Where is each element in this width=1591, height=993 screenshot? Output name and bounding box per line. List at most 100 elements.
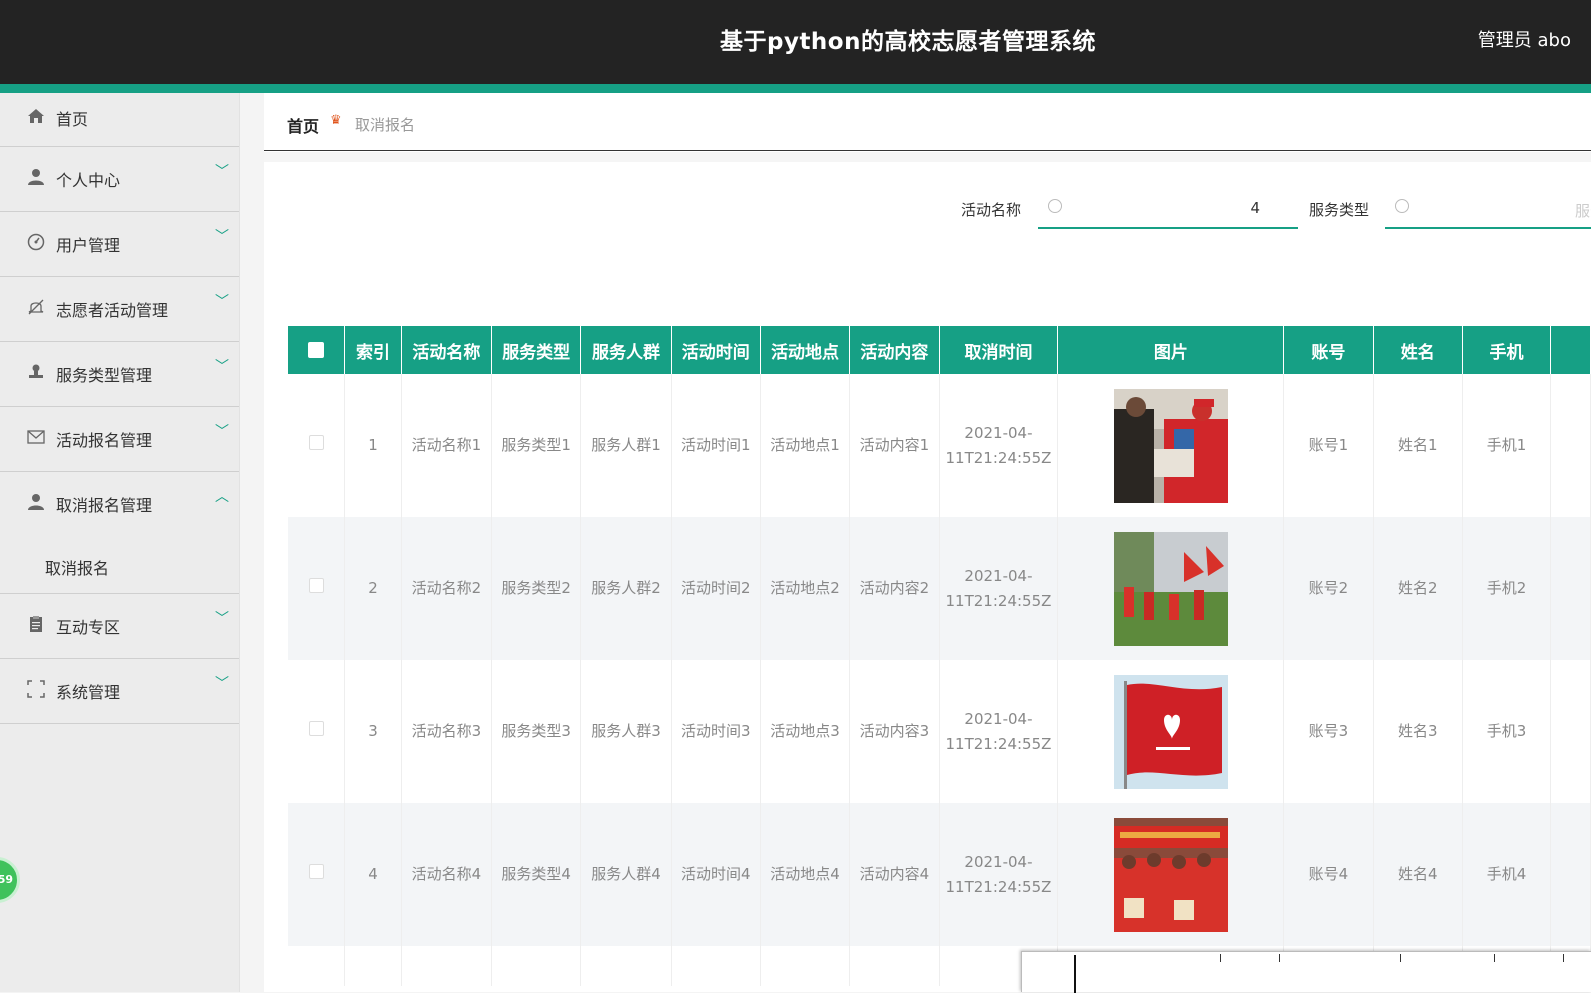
- accent-strip: [0, 84, 1591, 93]
- cell-activity-content: 活动内容4: [849, 803, 940, 946]
- cell-activity-name: 活动名称1: [401, 374, 493, 517]
- sidebar-item-personal-center[interactable]: 个人中心 ﹀: [0, 147, 239, 212]
- breadcrumb-current: 取消报名: [355, 116, 416, 134]
- sidebar-item-label: 系统管理: [56, 683, 121, 702]
- table-header-row: 索引 活动名称 服务类型 服务人群 活动时间 活动地点 活动内容 取消时间 图片…: [288, 326, 1591, 374]
- service-type-label: 服务类型: [1309, 201, 1370, 219]
- sidebar-item-volunteer-activity[interactable]: 志愿者活动管理 ﹀: [0, 277, 239, 342]
- column-header[interactable]: 服务人群: [580, 326, 672, 374]
- activity-name-input[interactable]: 4: [1038, 189, 1298, 229]
- row-checkbox[interactable]: [288, 517, 346, 660]
- cell-truncated: [1550, 803, 1591, 946]
- sidebar-item-system-management[interactable]: 系统管理 ﹀: [0, 659, 239, 724]
- activity-photo[interactable]: [1113, 388, 1228, 503]
- column-header[interactable]: 服务类型: [491, 326, 582, 374]
- cell-activity-time: 活动时间2: [671, 517, 761, 660]
- cell-phone: 手机3: [1462, 660, 1552, 803]
- cell-phone: 手机1: [1462, 374, 1552, 517]
- sidebar-item-cancel-management[interactable]: 取消报名管理 ︿: [0, 472, 239, 537]
- cell-name: 姓名2: [1373, 517, 1463, 660]
- activity-photo[interactable]: [1113, 674, 1228, 789]
- sidebar-item-label: 志愿者活动管理: [56, 301, 169, 320]
- ruler-tick: [1400, 954, 1401, 962]
- sidebar-item-signup-management[interactable]: 活动报名管理 ﹀: [0, 407, 239, 472]
- sidebar-item-label: 用户管理: [56, 236, 121, 255]
- cell-service-type: 服务类型2: [491, 517, 582, 660]
- ruler-tick: [1220, 954, 1221, 962]
- section-gap: [264, 152, 1591, 162]
- activity-photo[interactable]: [1113, 817, 1228, 932]
- sidebar-item-home[interactable]: 首页: [0, 93, 239, 147]
- column-header[interactable]: 取消时间: [939, 326, 1059, 374]
- column-header[interactable]: 活动时间: [671, 326, 761, 374]
- cell-phone: 手机4: [1462, 803, 1552, 946]
- sidebar-item-interaction[interactable]: 互动专区 ﹀: [0, 594, 239, 659]
- cell-activity-place: 活动地点2: [760, 517, 851, 660]
- cell-activity-time: 活动时间1: [671, 374, 761, 517]
- sidebar-item-label: 取消报名管理: [56, 496, 153, 515]
- sidebar: 首页 个人中心 ﹀ 用户管理 ﹀ 志愿者活动管理 ﹀ 服务类型管理 ﹀ 活动报名…: [0, 93, 240, 992]
- cell-activity-content: 活动内容2: [849, 517, 940, 660]
- breadcrumb-home[interactable]: 首页: [287, 113, 319, 137]
- cell-index: 1: [344, 374, 402, 517]
- row-checkbox[interactable]: [288, 660, 346, 803]
- overlay-panel: [1021, 951, 1591, 993]
- column-header[interactable]: 活动地点: [760, 326, 851, 374]
- column-header[interactable]: 索引: [344, 326, 402, 374]
- cell-account: 账号4: [1283, 803, 1374, 946]
- cell-index: 3: [344, 660, 402, 803]
- chevron-down-icon: ﹀: [215, 164, 229, 180]
- column-header[interactable]: 姓名: [1373, 326, 1463, 374]
- column-header[interactable]: 账号: [1283, 326, 1374, 374]
- main-content: 首页 ♛ 取消报名 活动名称 4 服务类型 服务 索引 活动名称 服务类型 服务…: [264, 93, 1591, 992]
- cell-account: 账号2: [1283, 517, 1374, 660]
- crown-icon: ♛: [330, 113, 342, 128]
- column-header[interactable]: 活动内容: [849, 326, 940, 374]
- column-header[interactable]: 图片: [1057, 326, 1285, 374]
- cell-name: 姓名1: [1373, 374, 1463, 517]
- column-header-truncated: [1550, 326, 1591, 374]
- table-row: 4 活动名称4 服务类型4 服务人群4 活动时间4 活动地点4 活动内容4 20…: [288, 803, 1591, 946]
- row-checkbox[interactable]: [288, 374, 346, 517]
- cell-index: 4: [344, 803, 402, 946]
- chevron-down-icon: ﹀: [215, 294, 229, 310]
- cell-cancel-time: 2021-04-11T21:24:55Z: [939, 517, 1059, 660]
- cell-index: 2: [344, 517, 402, 660]
- search-icon: [1395, 199, 1409, 213]
- sidebar-item-label: 首页: [56, 110, 89, 129]
- cell-service-crowd: 服务人群1: [580, 374, 672, 517]
- person-icon: [27, 168, 45, 186]
- cell-image: [1057, 803, 1285, 946]
- sidebar-item-label: 活动报名管理: [56, 431, 153, 450]
- chevron-up-icon: ︿: [215, 489, 229, 505]
- service-type-input[interactable]: 服务: [1385, 189, 1591, 229]
- sidebar-subitem-cancel-signup[interactable]: 取消报名: [0, 537, 239, 594]
- cell-truncated: [1550, 660, 1591, 803]
- cell-activity-name: 活动名称2: [401, 517, 493, 660]
- column-header[interactable]: 活动名称: [401, 326, 493, 374]
- app-title: 基于python的高校志愿者管理系统: [719, 29, 1096, 55]
- cell-image: [1057, 660, 1285, 803]
- top-bar: 基于python的高校志愿者管理系统 管理员 abo: [0, 0, 1591, 84]
- activity-photo[interactable]: [1113, 531, 1228, 646]
- cell-name: 姓名4: [1373, 803, 1463, 946]
- cell-activity-time: 活动时间3: [671, 660, 761, 803]
- user-label[interactable]: 管理员 abo: [1478, 26, 1571, 52]
- cell-activity-content: 活动内容3: [849, 660, 940, 803]
- stamp-icon: [27, 363, 45, 381]
- chevron-down-icon: ﹀: [215, 676, 229, 692]
- cell-service-crowd: 服务人群3: [580, 660, 672, 803]
- select-all-checkbox[interactable]: [288, 326, 346, 374]
- sidebar-item-service-type[interactable]: 服务类型管理 ﹀: [0, 342, 239, 407]
- cell-activity-place: 活动地点3: [760, 660, 851, 803]
- activity-name-value: 4: [1250, 199, 1260, 217]
- cell-truncated: [1550, 517, 1591, 660]
- row-checkbox[interactable]: [288, 803, 346, 946]
- sidebar-item-user-management[interactable]: 用户管理 ﹀: [0, 212, 239, 277]
- cell-account: 账号3: [1283, 660, 1374, 803]
- text-cursor: [1074, 955, 1076, 993]
- sidebar-item-label: 互动专区: [56, 618, 121, 637]
- cell-cancel-time: 2021-04-11T21:24:55Z: [939, 374, 1059, 517]
- cell-cancel-time: 2021-04-11T21:24:55Z: [939, 803, 1059, 946]
- column-header[interactable]: 手机: [1462, 326, 1552, 374]
